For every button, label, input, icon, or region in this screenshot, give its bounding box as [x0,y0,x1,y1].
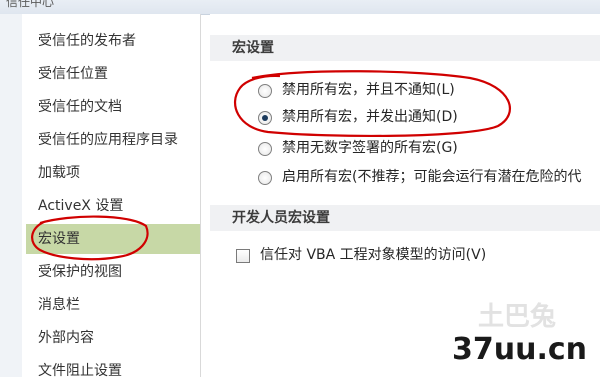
option-enable-all-label[interactable]: 启用所有宏(不推荐；可能会运行有潜在危险的代 [282,166,581,188]
sidebar-item-trusted-publishers[interactable]: 受信任的发布者 [26,26,200,56]
sidebar-item-protected-view[interactable]: 受保护的视图 [26,257,200,287]
sidebar-item-message-bar[interactable]: 消息栏 [26,290,200,320]
sidebar-item-trusted-locations[interactable]: 受信任位置 [26,59,200,89]
radio-disable-with-notify[interactable] [258,111,272,125]
option-disable-no-notify-label[interactable]: 禁用所有宏，并且不通知(L) [282,79,455,101]
window-titlebar: 信任中心 [0,0,600,15]
sidebar-item-macro-settings[interactable]: 宏设置 [26,224,200,254]
sidebar-item-trusted-app-catalogs[interactable]: 受信任的应用程序目录 [26,125,200,155]
watermark-text: 37uu.cn [452,332,587,367]
sidebar-item-add-ins[interactable]: 加载项 [26,158,200,188]
trust-vba-checkbox[interactable] [236,249,250,263]
sidebar-item-file-block-settings[interactable]: 文件阻止设置 [26,356,200,386]
option-disable-unsigned-label[interactable]: 禁用无数字签署的所有宏(G) [282,137,458,159]
sidebar-item-trusted-documents[interactable]: 受信任的文档 [26,92,200,122]
sidebar-item-activex-settings[interactable]: ActiveX 设置 [26,191,200,221]
trust-vba-label[interactable]: 信任对 VBA 工程对象模型的访问(V) [260,244,486,266]
window-title: 信任中心 [6,0,55,9]
sidebar-item-external-content[interactable]: 外部内容 [26,323,200,353]
radio-disable-no-notify[interactable] [258,84,272,98]
radio-enable-all[interactable] [258,171,272,185]
developer-settings-header: 开发人员宏设置 [210,205,600,231]
watermark-logo: 土巴兔 [478,302,557,332]
option-disable-with-notify-label[interactable]: 禁用所有宏，并发出通知(D) [282,106,458,128]
radio-disable-unsigned[interactable] [258,142,272,156]
sidebar: 受信任的发布者 受信任位置 受信任的文档 受信任的应用程序目录 加载项 Acti… [22,14,201,379]
macro-settings-header: 宏设置 [210,35,600,61]
outer-window-edge [0,14,23,377]
